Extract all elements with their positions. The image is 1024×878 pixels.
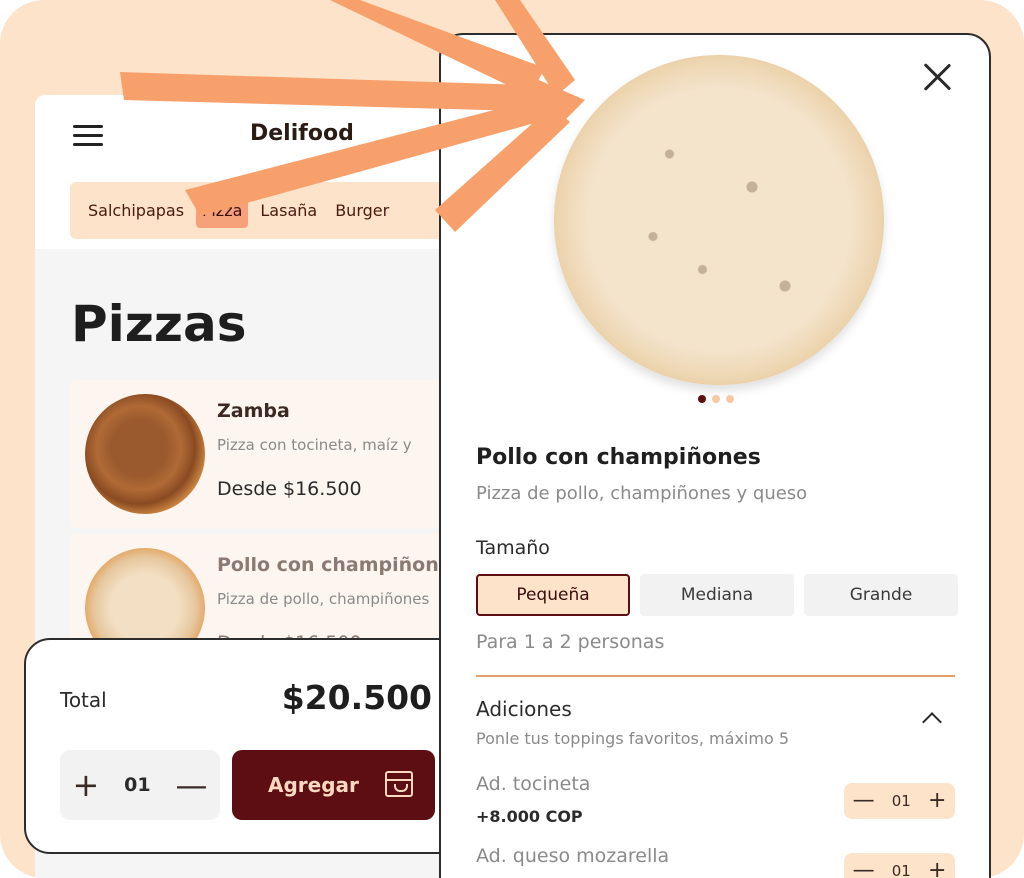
- product-name: Zamba: [217, 400, 290, 422]
- product-detail-sheet: Pollo con champiñones Pizza de pollo, ch…: [439, 33, 991, 878]
- increment-button[interactable]: +: [928, 860, 946, 878]
- carousel-dot[interactable]: [726, 395, 734, 403]
- tab-burger[interactable]: Burger: [329, 193, 395, 228]
- product-name: Pollo con champiñones: [217, 554, 463, 576]
- page-title: Pizzas: [71, 295, 247, 353]
- add-button-label: Agregar: [268, 773, 359, 797]
- decrement-button[interactable]: —: [176, 769, 208, 801]
- product-description: Pizza de pollo, champiñones: [217, 590, 430, 608]
- close-icon[interactable]: [923, 63, 951, 91]
- section-divider: [476, 675, 955, 677]
- carousel-dot[interactable]: [712, 395, 720, 403]
- add-to-cart-button[interactable]: Agregar: [232, 750, 435, 820]
- addon-quantity-stepper: — 01 +: [844, 853, 955, 878]
- addon-name: Ad. queso mozarella: [476, 845, 670, 867]
- hamburger-menu-icon[interactable]: [73, 125, 103, 147]
- carousel-dot[interactable]: [698, 395, 706, 403]
- shopping-bag-icon: [385, 771, 413, 797]
- tab-salchipapas[interactable]: Salchipapas: [82, 193, 190, 228]
- size-option-small[interactable]: Pequeña: [476, 574, 630, 616]
- product-title: Pollo con champiñones: [476, 445, 761, 470]
- quantity-value: 01: [124, 774, 151, 796]
- addon-quantity-stepper: — 01 +: [844, 783, 955, 819]
- category-tabs: Salchipapas Pizza Lasaña Burger: [70, 182, 465, 239]
- additions-title: Adiciones: [476, 697, 572, 721]
- app-title: Delifood: [250, 121, 354, 146]
- product-card-zamba[interactable]: Zamba Pizza con tocineta, maíz y Desde $…: [70, 380, 465, 528]
- decrement-button[interactable]: —: [853, 860, 875, 878]
- size-option-medium[interactable]: Mediana: [640, 574, 794, 616]
- app-header: Delifood: [35, 95, 465, 179]
- addon-name: Ad. tocineta: [476, 773, 591, 795]
- product-image: [85, 394, 205, 514]
- increment-button[interactable]: +: [928, 790, 946, 812]
- product-hero-image: [554, 55, 884, 385]
- tab-lasana[interactable]: Lasaña: [254, 193, 323, 228]
- additions-subtitle: Ponle tus toppings favoritos, máximo 5: [476, 729, 789, 748]
- addon-price: +8.000 COP: [476, 807, 583, 826]
- total-label: Total: [60, 688, 107, 712]
- quantity-stepper: + 01 —: [60, 750, 220, 820]
- order-total-card: Total $20.500 + 01 — Agregar: [24, 638, 468, 854]
- size-option-large[interactable]: Grande: [804, 574, 958, 616]
- chevron-up-icon[interactable]: [922, 712, 942, 732]
- product-description: Pizza con tocineta, maíz y: [217, 436, 412, 454]
- addon-quantity: 01: [891, 862, 911, 878]
- product-description: Pizza de pollo, champiñones y queso: [476, 483, 808, 504]
- carousel-indicator: [698, 395, 734, 403]
- size-options: Pequeña Mediana Grande: [476, 574, 958, 616]
- decrement-button[interactable]: —: [853, 790, 875, 812]
- addon-quantity: 01: [891, 792, 911, 810]
- size-note: Para 1 a 2 personas: [476, 631, 665, 653]
- size-section-label: Tamaño: [476, 537, 550, 559]
- tab-pizza[interactable]: Pizza: [196, 193, 249, 228]
- increment-button[interactable]: +: [72, 769, 99, 801]
- product-price: Desde $16.500: [217, 478, 362, 500]
- total-value: $20.500: [281, 678, 432, 717]
- category-bar-wrapper: Salchipapas Pizza Lasaña Burger: [35, 179, 465, 249]
